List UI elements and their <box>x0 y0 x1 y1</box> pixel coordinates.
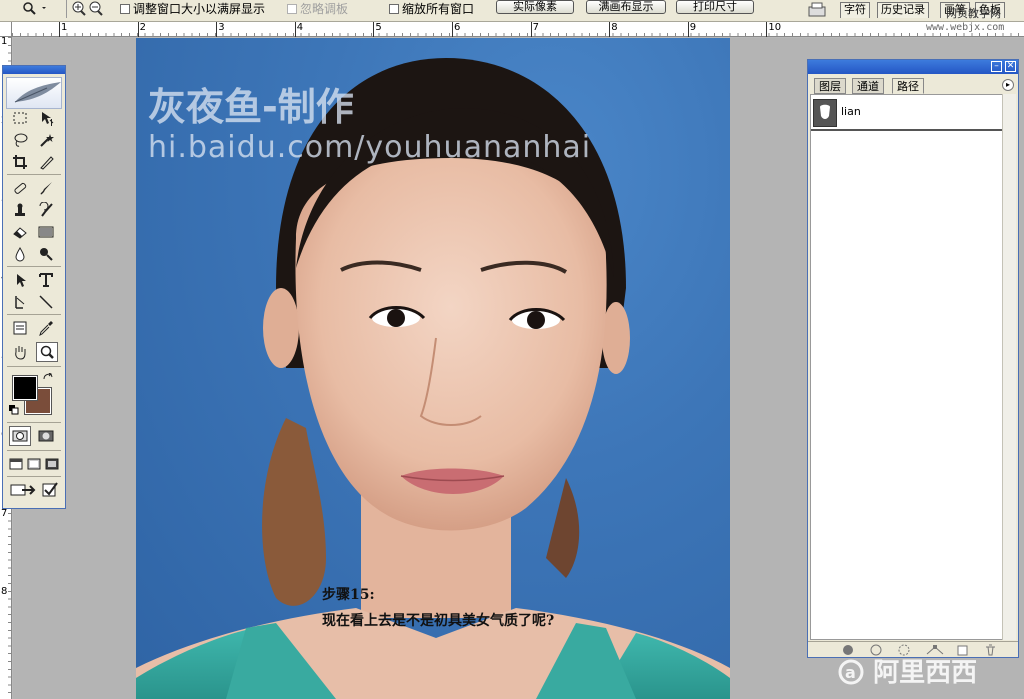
options-bar: 调整窗口大小以满屏显示 忽略调板 缩放所有窗口 实际像素 满画布显示 打印尺寸 … <box>0 0 1024 22</box>
healing-brush-tool-icon[interactable] <box>9 178 31 198</box>
palette-tab-history[interactable]: 历史记录 <box>877 2 929 18</box>
brush-tool-icon[interactable] <box>35 178 57 198</box>
horizontal-ruler[interactable]: 1 2 3 4 5 6 7 8 9 10 <box>12 22 1024 37</box>
full-screen-mode-icon[interactable] <box>43 454 61 474</box>
ruler-label: 5 <box>375 22 382 33</box>
dodge-tool-icon[interactable] <box>35 244 57 264</box>
notes-tool-icon[interactable] <box>9 318 31 338</box>
paths-panel: – ✕ 图层 通道 路径 ▸ lian <box>807 59 1019 658</box>
default-colors-icon[interactable] <box>9 404 19 418</box>
tab-channels[interactable]: 通道 <box>852 78 884 94</box>
lasso-tool-icon[interactable] <box>9 130 31 150</box>
toolbox-title-bar[interactable] <box>3 66 65 74</box>
ruler-label: 2 <box>139 22 146 33</box>
standard-screen-mode-icon[interactable] <box>7 454 25 474</box>
foreground-color-swatch[interactable] <box>12 375 38 401</box>
step-title: 步骤15: <box>322 587 375 603</box>
eyedropper-tool-icon[interactable] <box>35 318 57 338</box>
top-watermark-title: 网页教学网 <box>946 7 1001 20</box>
close-icon[interactable]: ✕ <box>1005 61 1016 72</box>
palette-well-icon[interactable] <box>806 1 828 19</box>
clone-stamp-tool-icon[interactable] <box>9 200 31 220</box>
ruler-label: 10 <box>768 22 782 33</box>
gradient-tool-icon[interactable] <box>35 222 57 242</box>
delete-path-icon[interactable] <box>984 644 996 656</box>
path-selection-tool-icon[interactable] <box>9 270 31 290</box>
marquee-tool-icon[interactable] <box>9 108 31 128</box>
ruler-label: 1 <box>61 22 68 33</box>
zoom-tool-icon <box>23 2 46 15</box>
minimize-icon[interactable]: – <box>991 61 1002 72</box>
zoom-out-icon[interactable] <box>89 1 103 16</box>
watermark-url: hi.baidu.com/youhuananhai <box>148 130 592 165</box>
top-watermark-url: www.webjx.com <box>926 22 1005 33</box>
panel-title-bar[interactable]: – ✕ <box>808 60 1018 74</box>
print-size-button[interactable]: 打印尺寸 <box>676 0 754 14</box>
ruler-origin[interactable] <box>0 22 12 37</box>
history-brush-tool-icon[interactable] <box>35 200 57 220</box>
jump-to-imageready-icon[interactable] <box>9 480 37 500</box>
ruler-label: 3 <box>218 22 225 33</box>
zoom-tool-icon[interactable] <box>36 342 58 362</box>
paths-list: lian <box>810 94 1005 640</box>
full-screen-menu-mode-icon[interactable] <box>25 454 43 474</box>
list-item[interactable]: lian <box>811 95 1005 131</box>
pen-tool-icon[interactable] <box>9 292 31 312</box>
zoom-mode-group <box>66 0 105 18</box>
zoom-tool-preset[interactable] <box>20 0 48 18</box>
actual-pixels-button[interactable]: 实际像素 <box>496 0 574 14</box>
hand-tool-icon[interactable] <box>9 342 31 362</box>
ruler-label: 6 <box>454 22 461 33</box>
ruler-label: 7 <box>532 22 539 33</box>
ruler-label: 4 <box>296 22 304 33</box>
palette-tab-character[interactable]: 字符 <box>840 2 870 18</box>
ruler-label: 8 <box>1 586 8 598</box>
zoom-in-icon[interactable] <box>72 1 86 16</box>
site-watermark: a 阿里西西 <box>838 652 977 689</box>
swap-colors-icon[interactable] <box>43 372 53 386</box>
ignore-palettes-checkbox[interactable]: 忽略调板 <box>287 0 348 18</box>
path-name: lian <box>841 105 861 118</box>
panel-menu-arrow-icon[interactable]: ▸ <box>1002 79 1014 91</box>
adobe-feather-logo[interactable] <box>6 77 62 109</box>
magic-wand-tool-icon[interactable] <box>35 130 57 150</box>
ruler-label: 9 <box>689 22 697 33</box>
svg-text:a: a <box>845 663 856 682</box>
path-thumbnail <box>813 99 837 127</box>
check-icon[interactable] <box>39 480 61 500</box>
panel-scrollbar[interactable] <box>1002 94 1016 640</box>
tab-layers[interactable]: 图层 <box>814 78 846 94</box>
quick-mask-mode-icon[interactable] <box>35 426 57 446</box>
step-text: 现在看上去是不是初具美女气质了呢? <box>322 613 555 629</box>
ruler-label: 8 <box>611 22 618 33</box>
toolbox <box>2 65 66 509</box>
fit-screen-button[interactable]: 满画布显示 <box>586 0 666 14</box>
standard-mode-icon[interactable] <box>9 426 31 446</box>
eraser-tool-icon[interactable] <box>9 222 31 242</box>
feather-icon <box>14 82 61 103</box>
resize-windows-checkbox[interactable]: 调整窗口大小以满屏显示 <box>120 0 265 18</box>
ruler-label: 1 <box>1 36 8 47</box>
document-image[interactable]: 灰夜鱼-制作 hi.baidu.com/youhuananhai 步骤15: 现… <box>136 38 730 699</box>
blur-tool-icon[interactable] <box>9 244 31 264</box>
crop-tool-icon[interactable] <box>9 152 31 172</box>
type-tool-icon[interactable] <box>35 270 57 290</box>
site-logo-icon: a <box>838 659 864 685</box>
slice-tool-icon[interactable] <box>35 152 57 172</box>
line-tool-icon[interactable] <box>35 292 57 312</box>
ruler-label: 7 <box>1 507 8 519</box>
watermark-title: 灰夜鱼-制作 <box>148 85 354 129</box>
tab-paths[interactable]: 路径 <box>892 78 924 94</box>
zoom-all-windows-checkbox[interactable]: 缩放所有窗口 <box>389 0 474 18</box>
move-tool-icon[interactable] <box>35 108 57 128</box>
